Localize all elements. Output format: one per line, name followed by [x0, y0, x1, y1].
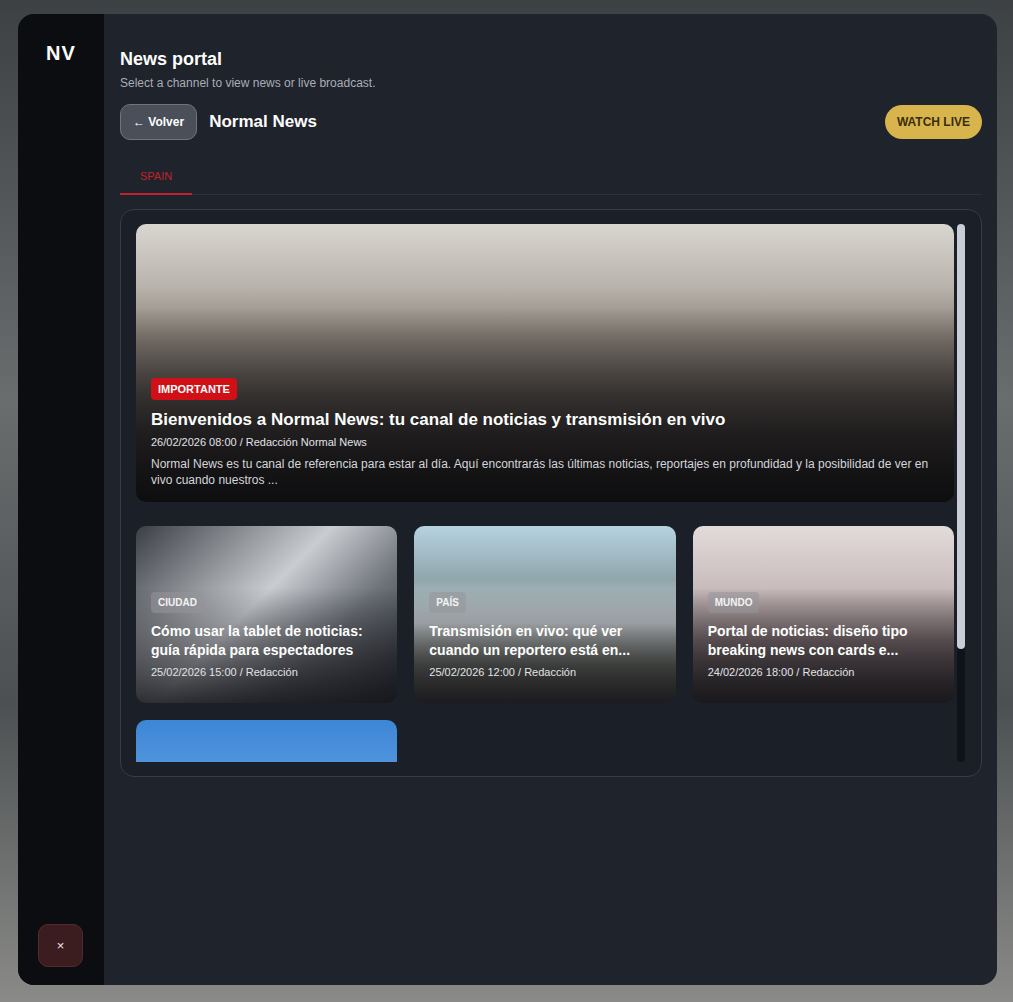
channel-bar: ← Volver Normal News WATCH LIVE — [120, 104, 982, 140]
card-meta: 24/02/2026 18:00 / Redacción — [708, 665, 939, 679]
news-panel: IMPORTANTE Bienvenidos a Normal News: tu … — [120, 209, 982, 777]
card-title: Cómo usar la tablet de noticias: guía rá… — [151, 622, 382, 660]
portal-title: News portal — [120, 48, 982, 70]
logo: NV — [18, 38, 104, 68]
news-card[interactable]: CIUDAD Cómo usar la tablet de noticias: g… — [136, 526, 397, 703]
watch-live-button[interactable]: WATCH LIVE — [885, 105, 982, 139]
category-badge: IMPORTANTE — [151, 378, 237, 400]
channel-name: Normal News — [209, 109, 317, 135]
scrollbar-thumb[interactable] — [957, 224, 965, 649]
featured-excerpt: Normal News es tu canal de referencia pa… — [151, 456, 939, 488]
card-meta: 25/02/2026 15:00 / Redacción — [151, 665, 382, 679]
category-badge: CIUDAD — [151, 592, 204, 613]
news-window: NV × News portal Select a channel to view n… — [18, 14, 997, 985]
portal-subtitle: Select a channel to view news or live br… — [120, 76, 982, 91]
news-card[interactable]: MUNDO Portal de noticias: diseño tipo bre… — [693, 526, 954, 703]
sidebar: NV × — [18, 14, 104, 985]
main-panel: News portal Select a channel to view news… — [104, 14, 997, 985]
news-list[interactable]: IMPORTANTE Bienvenidos a Normal News: tu … — [136, 224, 954, 762]
featured-title: Bienvenidos a Normal News: tu canal de n… — [151, 409, 939, 430]
card-title: Portal de noticias: diseño tipo breaking… — [708, 622, 939, 660]
back-button[interactable]: ← Volver — [120, 104, 197, 140]
news-card[interactable]: PAÍS Transmisión en vivo: qué ver cuando … — [414, 526, 675, 703]
news-grid: CIUDAD Cómo usar la tablet de noticias: g… — [136, 526, 954, 762]
card-title: Transmisión en vivo: qué ver cuando un r… — [429, 622, 660, 660]
featured-meta: 26/02/2026 08:00 / Redacción Normal News — [151, 435, 939, 449]
news-card[interactable] — [136, 720, 397, 762]
close-button[interactable]: × — [38, 924, 83, 967]
card-meta: 25/02/2026 12:00 / Redacción — [429, 665, 660, 679]
featured-card[interactable]: IMPORTANTE Bienvenidos a Normal News: tu … — [136, 224, 954, 502]
category-badge: MUNDO — [708, 592, 760, 613]
scrollbar[interactable] — [957, 224, 965, 762]
tab-bar: SPAIN — [120, 160, 982, 195]
tab[interactable]: SPAIN — [120, 160, 192, 195]
category-badge: PAÍS — [429, 592, 466, 613]
